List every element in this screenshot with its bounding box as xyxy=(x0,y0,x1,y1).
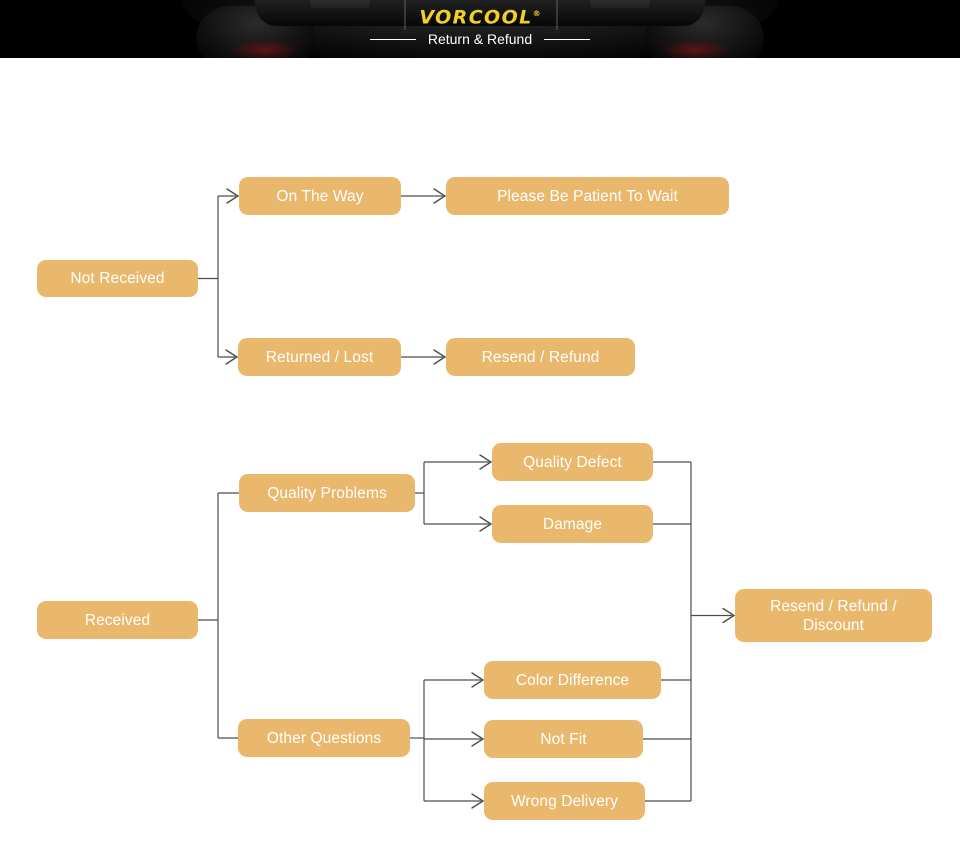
flow-node-label: Returned / Lost xyxy=(265,348,374,366)
banner-content: VORCOOL® Return & Refund xyxy=(0,0,960,58)
flow-node-quality-defect: Quality Defect xyxy=(492,443,653,481)
page-root: VORCOOL® Return & Refund Not Received On … xyxy=(0,0,960,864)
flow-node-label: Not Fit xyxy=(540,730,587,748)
flow-node-quality-problems: Quality Problems xyxy=(239,474,415,512)
flow-node-label: Color Difference xyxy=(515,671,630,689)
flow-node-label: Damage xyxy=(542,515,603,533)
divider-rule-right xyxy=(544,38,591,40)
flow-node-not-fit: Not Fit xyxy=(484,720,643,758)
flow-node-label: Resend / Refund / Discount xyxy=(770,597,897,634)
flow-node-label: Resend / Refund xyxy=(481,348,600,366)
flowchart: Not Received On The Way Please Be Patient … xyxy=(0,58,960,864)
flow-node-color-difference: Color Difference xyxy=(484,661,661,699)
brand-logo-text: VORCOOL xyxy=(419,6,533,29)
flow-node-label: Received xyxy=(84,611,151,629)
flow-node-damage: Damage xyxy=(492,505,653,543)
divider-rule-left xyxy=(369,38,416,40)
flow-node-not-received: Not Received xyxy=(37,260,198,297)
flow-node-please-wait: Please Be Patient To Wait xyxy=(446,177,729,215)
flow-node-other-questions: Other Questions xyxy=(238,719,410,757)
flow-node-on-the-way: On The Way xyxy=(239,177,401,215)
flow-node-label: Wrong Delivery xyxy=(510,792,619,810)
flow-node-label: Not Received xyxy=(70,270,165,287)
flow-node-label: Other Questions xyxy=(266,729,382,747)
flow-node-label: Quality Defect xyxy=(523,453,622,471)
brand-logo: VORCOOL® xyxy=(0,3,960,28)
flow-node-label: On The Way xyxy=(276,187,364,205)
flow-node-final-outcome: Resend / Refund / Discount xyxy=(735,589,932,642)
flow-node-resend-refund: Resend / Refund xyxy=(446,338,635,376)
flow-node-label: Please Be Patient To Wait xyxy=(497,187,678,205)
flow-node-received: Received xyxy=(37,601,198,639)
flow-node-wrong-delivery: Wrong Delivery xyxy=(484,782,645,820)
page-banner: VORCOOL® Return & Refund xyxy=(0,0,960,58)
registered-mark-icon: ® xyxy=(532,9,541,18)
banner-subtitle-row: Return & Refund xyxy=(0,30,960,48)
flow-node-label: Quality Problems xyxy=(267,484,387,502)
flow-node-returned-lost: Returned / Lost xyxy=(238,338,401,376)
banner-subtitle: Return & Refund xyxy=(427,31,533,47)
